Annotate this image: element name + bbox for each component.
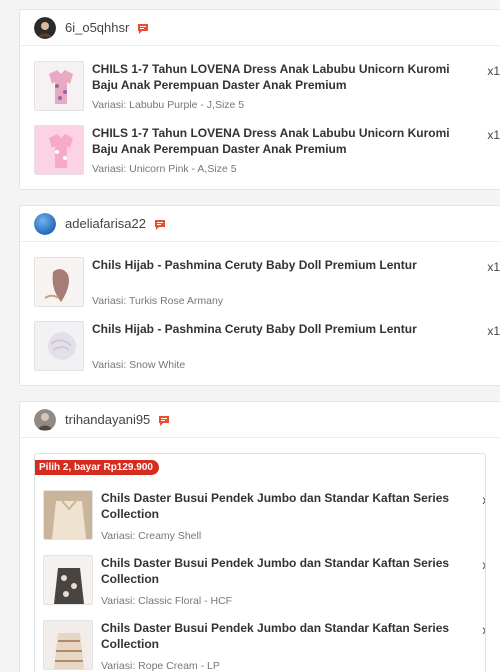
- product-thumbnail: [43, 555, 93, 605]
- product-thumbnail: [43, 490, 93, 540]
- product-title: CHILS 1-7 Tahun LOVENA Dress Anak Labubu…: [92, 126, 450, 156]
- product-variant: Variasi: Unicorn Pink - A,Size 5: [92, 163, 237, 175]
- avatar[interactable]: [34, 212, 56, 235]
- shop-header: trihandayani95: [20, 402, 500, 438]
- order-item[interactable]: Chils Hijab - Pashmina Ceruty Baby Doll …: [34, 321, 500, 371]
- product-title: Chils Daster Busui Pendek Jumbo dan Stan…: [101, 491, 450, 521]
- order-item[interactable]: Chils Daster Busui Pendek Jumbo dan Stan…: [43, 490, 485, 542]
- product-variant: Variasi: Snow White: [92, 359, 186, 371]
- username[interactable]: adeliafarisa22: [65, 216, 146, 231]
- shop-header: adeliafarisa22: [20, 206, 500, 242]
- order-card: trihandayani95 Pilih 2, bayar Rp129.900 …: [19, 401, 500, 672]
- chat-icon[interactable]: [137, 22, 149, 34]
- order-item[interactable]: CHILS 1-7 Tahun LOVENA Dress Anak Labubu…: [34, 125, 500, 175]
- bundle-promo-group: Pilih 2, bayar Rp129.900 Chils Daster Bu…: [34, 453, 486, 672]
- product-title: Chils Hijab - Pashmina Ceruty Baby Doll …: [92, 258, 417, 272]
- username[interactable]: trihandayani95: [65, 412, 150, 427]
- username[interactable]: 6i_o5qhhsr: [65, 20, 129, 35]
- product-thumbnail: [34, 321, 84, 371]
- order-item[interactable]: Chils Daster Busui Pendek Jumbo dan Stan…: [43, 620, 485, 672]
- avatar[interactable]: [34, 16, 56, 39]
- product-title: Chils Daster Busui Pendek Jumbo dan Stan…: [101, 621, 450, 651]
- product-title: Chils Hijab - Pashmina Ceruty Baby Doll …: [92, 322, 417, 336]
- order-item[interactable]: Chils Hijab - Pashmina Ceruty Baby Doll …: [34, 257, 500, 307]
- product-variant: Variasi: Classic Floral - HCF: [101, 595, 233, 607]
- product-quantity: x1: [487, 64, 500, 78]
- product-quantity: x1: [482, 558, 485, 572]
- product-quantity: x1: [487, 260, 500, 274]
- product-variant: Variasi: Creamy Shell: [101, 530, 202, 542]
- product-title: CHILS 1-7 Tahun LOVENA Dress Anak Labubu…: [92, 62, 450, 92]
- product-title: Chils Daster Busui Pendek Jumbo dan Stan…: [101, 556, 450, 586]
- product-variant: Variasi: Labubu Purple - J,Size 5: [92, 99, 245, 111]
- product-variant: Variasi: Rope Cream - LP: [101, 660, 220, 672]
- product-variant: Variasi: Turkis Rose Armany: [92, 295, 224, 307]
- product-thumbnail: [34, 257, 84, 307]
- avatar[interactable]: [34, 408, 56, 431]
- promo-badge: Pilih 2, bayar Rp129.900: [35, 460, 159, 475]
- product-thumbnail: [34, 61, 84, 111]
- chat-icon[interactable]: [154, 218, 166, 230]
- product-thumbnail: [34, 125, 84, 175]
- order-card: 6i_o5qhhsr CHILS 1-7 Tahun LOVENA Dress …: [19, 9, 500, 190]
- product-quantity: x1: [482, 623, 485, 637]
- order-item[interactable]: Chils Daster Busui Pendek Jumbo dan Stan…: [43, 555, 485, 607]
- chat-icon[interactable]: [158, 414, 170, 426]
- product-quantity: x1: [487, 324, 500, 338]
- product-quantity: x1: [482, 493, 485, 507]
- order-item[interactable]: CHILS 1-7 Tahun LOVENA Dress Anak Labubu…: [34, 61, 500, 111]
- shop-header: 6i_o5qhhsr: [20, 10, 500, 46]
- order-card: adeliafarisa22 Chils Hijab - Pashmina Ce…: [19, 205, 500, 386]
- product-quantity: x1: [487, 128, 500, 142]
- product-thumbnail: [43, 620, 93, 670]
